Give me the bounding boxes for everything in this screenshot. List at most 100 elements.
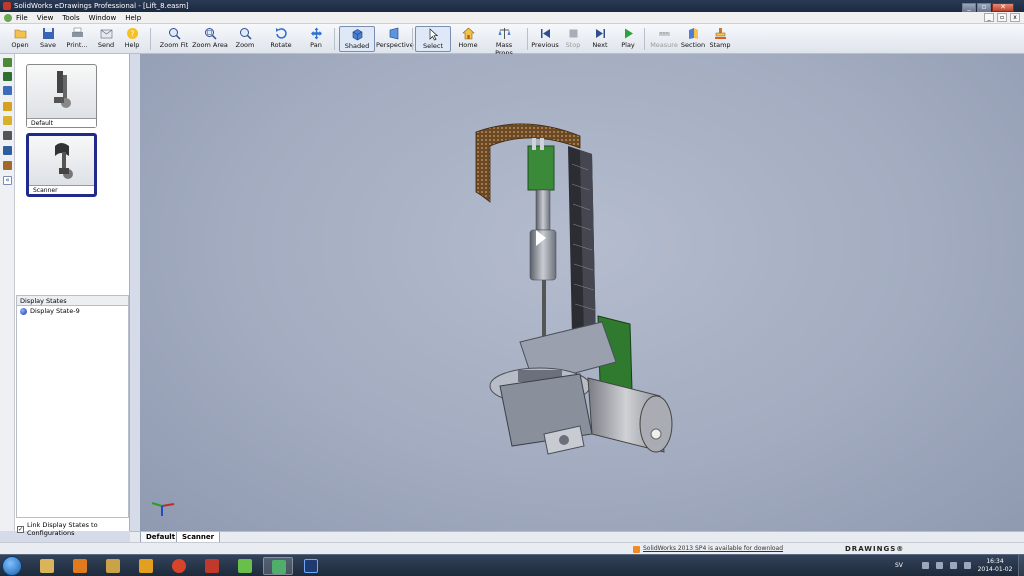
language-indicator[interactable]: SV	[895, 562, 903, 569]
link-display-states-checkbox[interactable]: ✓	[17, 525, 24, 533]
notepad-icon	[238, 559, 252, 573]
previous-label: Previous	[531, 41, 559, 49]
stamp-tab-icon[interactable]	[3, 161, 12, 170]
save-button[interactable]: Save	[36, 26, 60, 52]
shaded-label: Shaded	[344, 42, 370, 50]
taskbar-app-chrome[interactable]	[164, 557, 194, 575]
stop-button[interactable]: Stop	[562, 26, 584, 52]
pan-icon	[310, 27, 322, 40]
menu-window[interactable]: Window	[89, 12, 117, 24]
mass-props-button[interactable]: Mass Props	[486, 26, 522, 57]
tray-volume-icon[interactable]	[950, 562, 957, 569]
zoom-button[interactable]: Zoom	[232, 26, 258, 52]
menu-file[interactable]: File	[16, 12, 28, 24]
taskbar-app-edrawings[interactable]	[263, 557, 293, 575]
taskbar-app-solidworks[interactable]	[197, 557, 227, 575]
zoom-fit-button[interactable]: Zoom Fit	[158, 26, 190, 52]
menu-bar: File View Tools Window Help _ ▫ x	[0, 12, 1024, 24]
taskbar-app-photoshop[interactable]	[296, 557, 326, 575]
display-state-icon	[20, 307, 27, 315]
collapse-panel-icon[interactable]: «	[3, 176, 12, 185]
solidworks-app-icon[interactable]	[3, 2, 11, 10]
previous-button[interactable]: Previous	[531, 26, 559, 52]
model-thumbnail-icon	[54, 71, 71, 108]
show-desktop-button[interactable]	[1018, 555, 1024, 576]
link-display-states-option[interactable]: ✓ Link Display States to Configurations	[17, 521, 129, 537]
stop-label: Stop	[565, 41, 581, 49]
taskbar-app-files[interactable]	[98, 557, 128, 575]
home-icon	[461, 27, 475, 40]
tray-flag-icon[interactable]	[964, 562, 971, 569]
outlook-icon	[139, 559, 153, 573]
pencil-tab-icon[interactable]	[3, 116, 12, 125]
tray-arrow-icon[interactable]	[922, 562, 929, 569]
play-button[interactable]: Play	[617, 26, 639, 52]
taskbar-app-explorer[interactable]	[32, 557, 62, 575]
doc-restore-button[interactable]: ▫	[997, 13, 1007, 22]
print-label: Print...	[66, 41, 88, 49]
close-button[interactable]: ✕	[992, 3, 1014, 12]
chrome-icon	[172, 559, 186, 573]
sheets-tab-icon[interactable]	[3, 86, 12, 95]
help-button[interactable]: ? Help	[120, 26, 144, 52]
help-icon: ?	[126, 28, 138, 39]
tray-network-icon[interactable]	[936, 562, 943, 569]
perspective-label: Perspective	[376, 41, 414, 49]
markup-tab-icon[interactable]	[3, 102, 12, 111]
open-button[interactable]: Open	[6, 26, 34, 52]
next-button[interactable]: Next	[588, 26, 612, 52]
document-window-controls: _ ▫ x	[984, 13, 1020, 22]
taskbar-app-notepad[interactable]	[230, 557, 260, 575]
measure-tab-icon[interactable]	[3, 131, 12, 140]
media-player-icon	[73, 559, 87, 573]
send-label: Send	[97, 41, 115, 49]
menu-tools[interactable]: Tools	[62, 12, 79, 24]
stop-icon	[569, 29, 577, 38]
doc-close-button[interactable]: x	[1010, 13, 1020, 22]
3d-viewport[interactable]	[140, 54, 1024, 531]
mass-tab-icon[interactable]	[3, 146, 12, 155]
solidworks-icon	[205, 559, 219, 573]
file-manager-icon	[106, 559, 120, 573]
rotate-button[interactable]: Rotate	[266, 26, 296, 52]
taskbar-clock[interactable]: 16:34 2014-01-02	[975, 558, 1015, 574]
rotate-icon	[275, 28, 287, 39]
config-thumbnail-scanner[interactable]: Scanner	[26, 133, 97, 197]
display-state-item[interactable]: Display State-9	[17, 306, 128, 316]
zoom-label: Zoom	[235, 41, 255, 49]
clock-time: 16:34	[986, 558, 1004, 565]
select-button[interactable]: Select	[415, 26, 451, 52]
edrawings-icon	[272, 560, 286, 574]
shaded-button[interactable]: Shaded	[339, 26, 375, 52]
maximize-button[interactable]: ▫	[977, 3, 991, 12]
doc-minimize-button[interactable]: _	[984, 13, 994, 22]
taskbar-app-outlook[interactable]	[131, 557, 161, 575]
zoom-area-button[interactable]: Zoom Area	[192, 26, 228, 52]
start-button[interactable]	[2, 556, 22, 576]
status-bar: SolidWorks 2013 SP4 is available for dow…	[0, 542, 1024, 554]
print-button[interactable]: Print...	[62, 26, 92, 52]
home-button[interactable]: Home	[455, 26, 481, 52]
pan-button[interactable]: Pan	[304, 26, 328, 52]
mass-props-icon	[498, 28, 510, 39]
menu-view[interactable]: View	[37, 12, 54, 24]
taskbar-app-media[interactable]	[65, 557, 95, 575]
menu-help[interactable]: Help	[125, 12, 141, 24]
components-tab-icon[interactable]	[3, 58, 12, 67]
toolbar-separator	[527, 28, 528, 50]
measure-button[interactable]: Measure	[648, 26, 680, 52]
section-button[interactable]: Section	[680, 26, 706, 52]
select-label: Select	[422, 42, 444, 50]
send-button[interactable]: Send	[94, 26, 118, 52]
config-thumbnail-default[interactable]: Default	[26, 64, 97, 128]
display-state-label: Display State-9	[30, 307, 80, 315]
configurations-tab-icon[interactable]	[3, 72, 12, 81]
stamp-button[interactable]: Stamp	[708, 26, 732, 52]
perspective-button[interactable]: Perspective	[376, 26, 414, 52]
rss-feed-icon	[633, 545, 640, 553]
zoom-area-label: Zoom Area	[192, 41, 228, 49]
minimize-button[interactable]: _	[962, 3, 976, 12]
previous-icon	[540, 29, 550, 38]
toolbar-separator	[334, 28, 335, 50]
measure-label: Measure	[650, 41, 678, 49]
